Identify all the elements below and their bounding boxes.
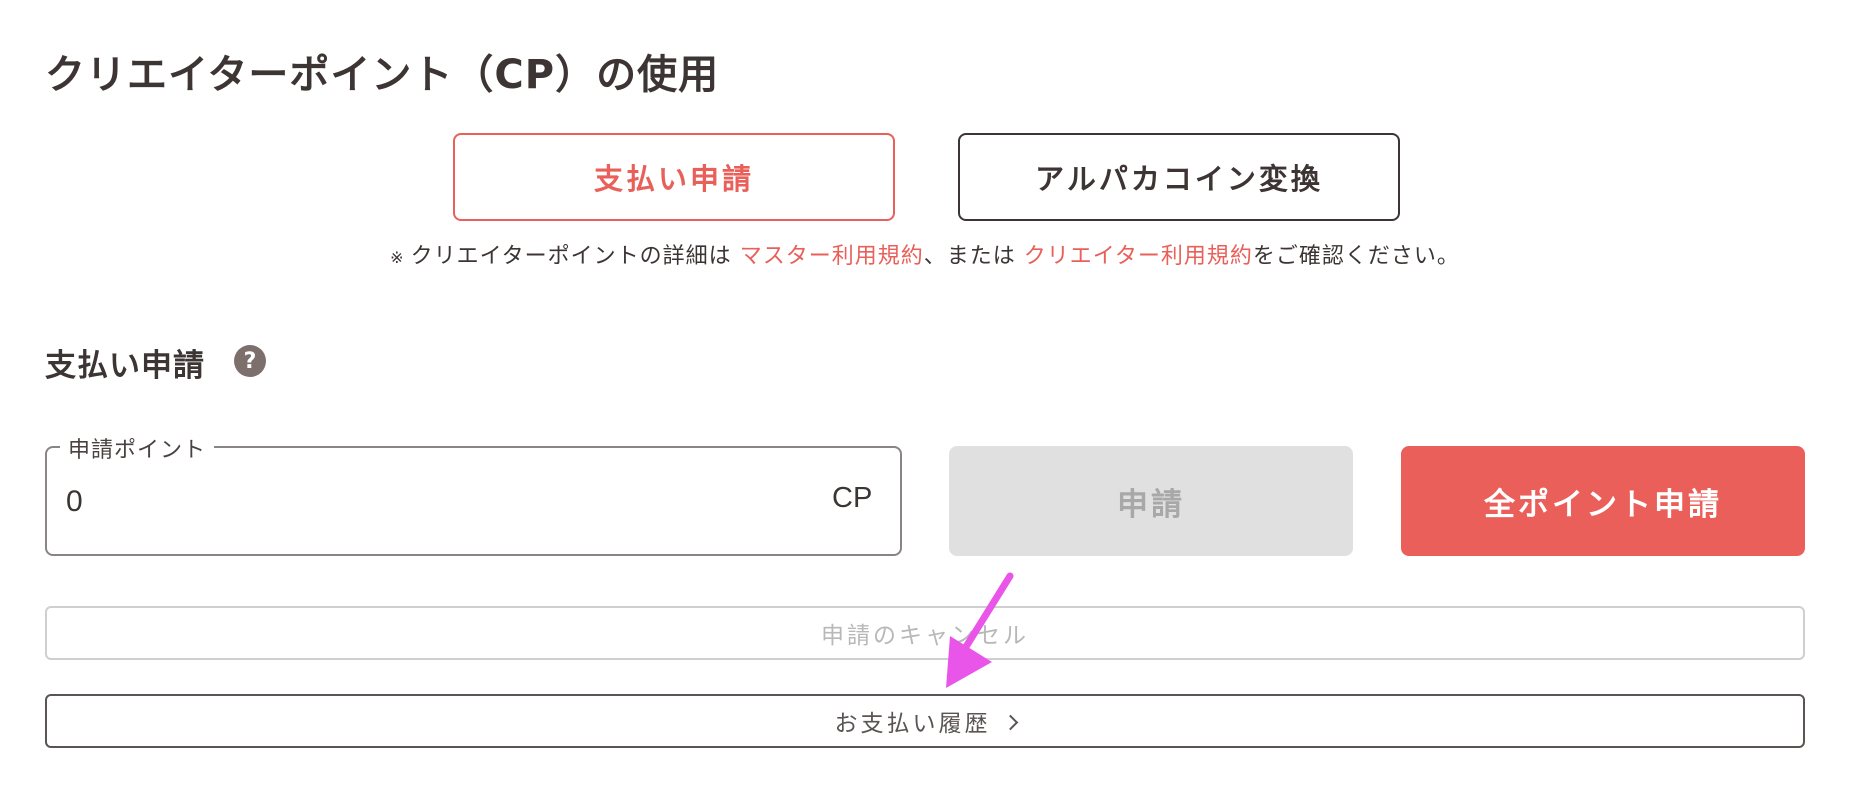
- points-field-label: 申請ポイント: [60, 432, 215, 464]
- payment-history-button[interactable]: お支払い履歴: [45, 694, 1805, 748]
- apply-all-points-button[interactable]: 全ポイント申請: [1401, 446, 1805, 556]
- note-mark: ※: [390, 248, 405, 267]
- payment-history-label: お支払い履歴: [834, 711, 991, 737]
- tab-alpaca-coin-conversion[interactable]: アルパカコイン変換: [958, 133, 1400, 221]
- points-unit: CP: [832, 482, 873, 514]
- tab-payment-request[interactable]: 支払い申請: [453, 133, 895, 221]
- section-title: 支払い申請: [45, 348, 205, 384]
- apply-button[interactable]: 申請: [949, 446, 1353, 556]
- note-middle: 、または: [923, 244, 1024, 269]
- note-suffix: をご確認ください。: [1252, 244, 1460, 269]
- chevron-right-icon: [1002, 714, 1018, 730]
- terms-note: ※ クリエイターポイントの詳細は マスター利用規約、または クリエイター利用規約を…: [0, 238, 1850, 270]
- question-circle-icon[interactable]: ?: [234, 345, 266, 377]
- cancel-request-button[interactable]: 申請のキャンセル: [45, 606, 1805, 660]
- note-prefix: クリエイターポイントの詳細は: [410, 244, 740, 269]
- creator-terms-link[interactable]: クリエイター利用規約: [1024, 244, 1253, 269]
- master-terms-link[interactable]: マスター利用規約: [740, 244, 924, 269]
- points-input[interactable]: [66, 478, 766, 526]
- page-title: クリエイターポイント（CP）の使用: [45, 52, 720, 98]
